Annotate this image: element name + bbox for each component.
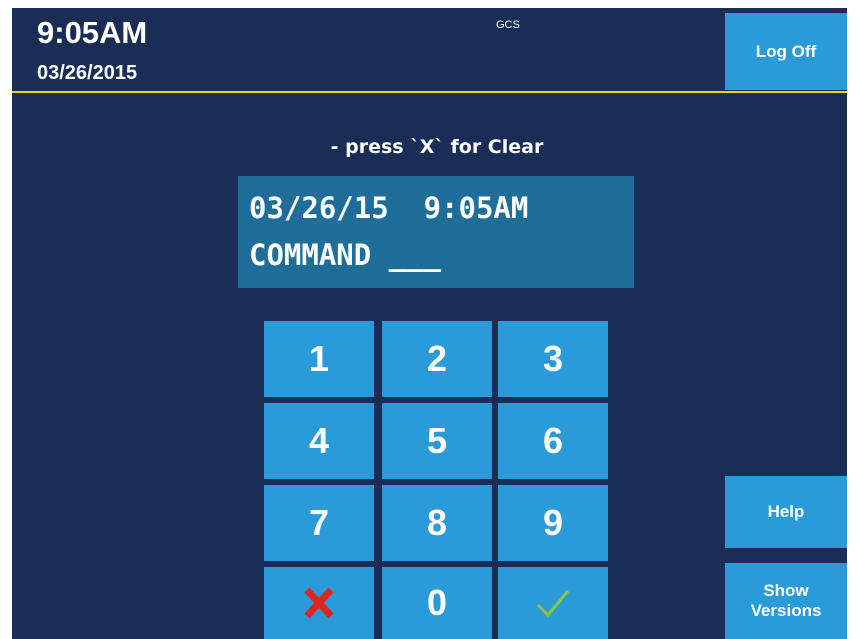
clear-hint: - press `X` for Clear (330, 136, 544, 158)
key-1-button[interactable]: 1 (264, 321, 374, 397)
header-date: 03/26/2015 (37, 62, 138, 84)
clear-button[interactable] (264, 567, 374, 639)
display-datetime: 03/26/15 9:05AM (249, 191, 529, 225)
help-button[interactable]: Help (725, 476, 847, 548)
key-0-button[interactable]: 0 (382, 567, 492, 639)
key-6-button[interactable]: 6 (498, 403, 608, 479)
kiosk-screen: 9:05AM 03/26/2015 GCS Log Off - press `X… (12, 8, 847, 639)
x-icon (304, 587, 334, 619)
key-9-button[interactable]: 9 (498, 485, 608, 561)
key-7-button[interactable]: 7 (264, 485, 374, 561)
key-5-button[interactable]: 5 (382, 403, 492, 479)
key-8-button[interactable]: 8 (382, 485, 492, 561)
header-divider (12, 91, 847, 93)
checkmark-icon (536, 590, 570, 618)
command-display: 03/26/15 9:05AM COMMAND ___ (238, 176, 634, 288)
key-4-button[interactable]: 4 (264, 403, 374, 479)
enter-button[interactable] (498, 567, 608, 639)
key-3-button[interactable]: 3 (498, 321, 608, 397)
key-2-button[interactable]: 2 (382, 321, 492, 397)
show-versions-button[interactable]: Show Versions (725, 563, 847, 639)
log-off-button[interactable]: Log Off (725, 13, 847, 90)
display-command-prompt: COMMAND ___ (249, 238, 442, 272)
header-label: GCS (496, 19, 520, 31)
header-time: 9:05AM (37, 15, 148, 50)
